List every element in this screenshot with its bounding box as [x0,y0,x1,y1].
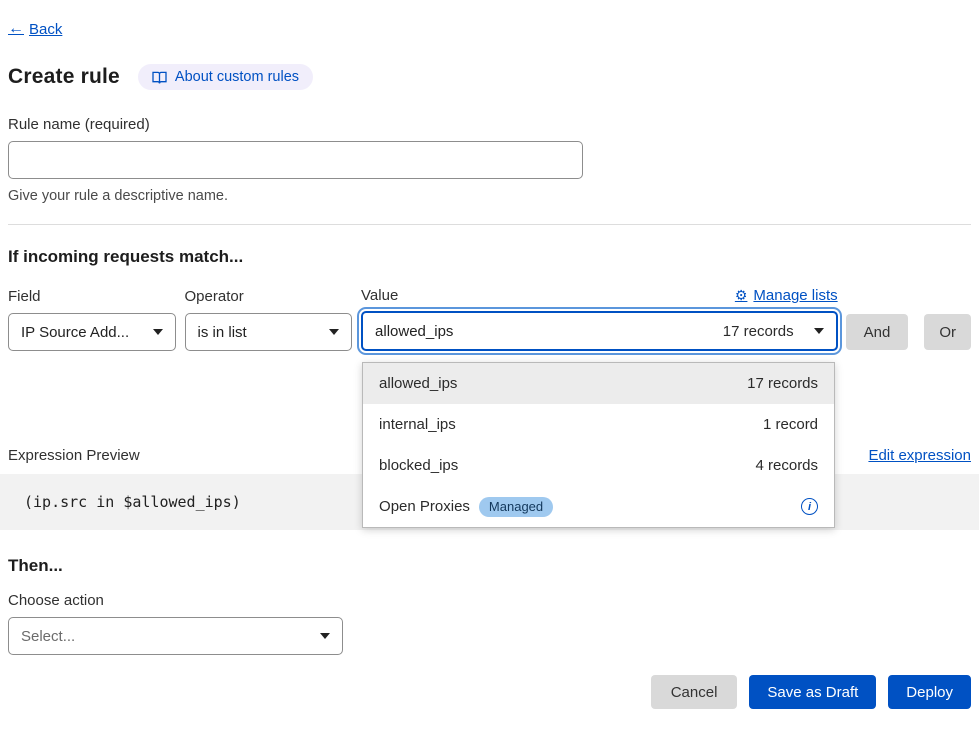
section-divider [8,224,971,225]
match-section-heading: If incoming requests match... [8,247,971,267]
list-option-open-proxies[interactable]: Open Proxies Managed i [363,486,834,527]
operator-select-value: is in list [198,324,320,341]
value-select-value: allowed_ips [375,323,723,340]
back-link[interactable]: ← Back [8,20,62,38]
value-select-meta: 17 records [723,323,794,340]
value-label: Value [361,287,398,304]
rule-name-help: Give your rule a descriptive name. [8,188,971,204]
back-link-label: Back [29,21,62,38]
chevron-down-icon [320,633,330,639]
list-option-name: internal_ips [379,416,456,433]
list-option-name: Open Proxies [379,498,470,515]
deploy-button[interactable]: Deploy [888,675,971,709]
gear-icon: ⚙ [735,287,748,304]
footer-actions: Cancel Save as Draft Deploy [8,675,971,709]
match-condition-row: Field IP Source Add... Operator is in li… [8,287,971,351]
then-section-heading: Then... [8,556,971,576]
list-option-meta: 1 record [763,416,818,433]
about-custom-rules-link[interactable]: About custom rules [138,64,313,90]
rule-name-group: Rule name (required) Give your rule a de… [8,116,971,204]
operator-select[interactable]: is in list [185,313,353,351]
list-option-internal-ips[interactable]: internal_ips 1 record [363,404,834,445]
list-option-allowed-ips[interactable]: allowed_ips 17 records [363,363,834,404]
or-button[interactable]: Or [924,314,971,350]
list-option-meta: 4 records [756,457,819,474]
cancel-button[interactable]: Cancel [651,675,738,709]
chevron-down-icon [153,329,163,335]
create-rule-page: ← Back Create rule About custom rules Ru… [0,0,979,739]
expression-preview-label: Expression Preview [8,447,140,464]
edit-expression-link[interactable]: Edit expression [868,447,971,464]
list-option-name: blocked_ips [379,457,458,474]
managed-badge: Managed [479,497,553,517]
action-select-placeholder: Select... [21,628,310,645]
list-option-name: allowed_ips [379,375,457,392]
expression-code: (ip.src in $allowed_ips) [24,493,241,511]
rule-name-input[interactable] [8,141,583,179]
value-column: Value ⚙ Manage lists allowed_ips 17 reco… [361,287,838,351]
rule-name-label: Rule name (required) [8,116,971,133]
action-select[interactable]: Select... [8,617,343,655]
list-option-meta: 17 records [747,375,818,392]
field-label: Field [8,288,176,305]
and-button[interactable]: And [846,314,909,350]
info-icon[interactable]: i [801,498,818,515]
list-option-left: Open Proxies Managed [379,497,553,517]
book-icon [152,71,167,84]
about-custom-rules-label: About custom rules [175,69,299,85]
choose-action-label: Choose action [8,592,971,609]
title-row: Create rule About custom rules [8,64,971,90]
operator-label: Operator [185,288,353,305]
list-option-blocked-ips[interactable]: blocked_ips 4 records [363,445,834,486]
field-column: Field IP Source Add... [8,288,176,351]
save-as-draft-button[interactable]: Save as Draft [749,675,876,709]
operator-column: Operator is in list [185,288,353,351]
field-select[interactable]: IP Source Add... [8,313,176,351]
page-title: Create rule [8,65,120,89]
value-label-row: Value ⚙ Manage lists [361,287,838,304]
manage-lists-label: Manage lists [753,287,837,304]
chevron-down-icon [814,328,824,334]
chevron-down-icon [329,329,339,335]
manage-lists-link[interactable]: ⚙ Manage lists [735,287,838,304]
list-dropdown-menu: allowed_ips 17 records internal_ips 1 re… [362,362,835,528]
field-select-value: IP Source Add... [21,324,143,341]
value-select[interactable]: allowed_ips 17 records [361,311,838,351]
back-arrow-icon: ← [8,20,24,38]
